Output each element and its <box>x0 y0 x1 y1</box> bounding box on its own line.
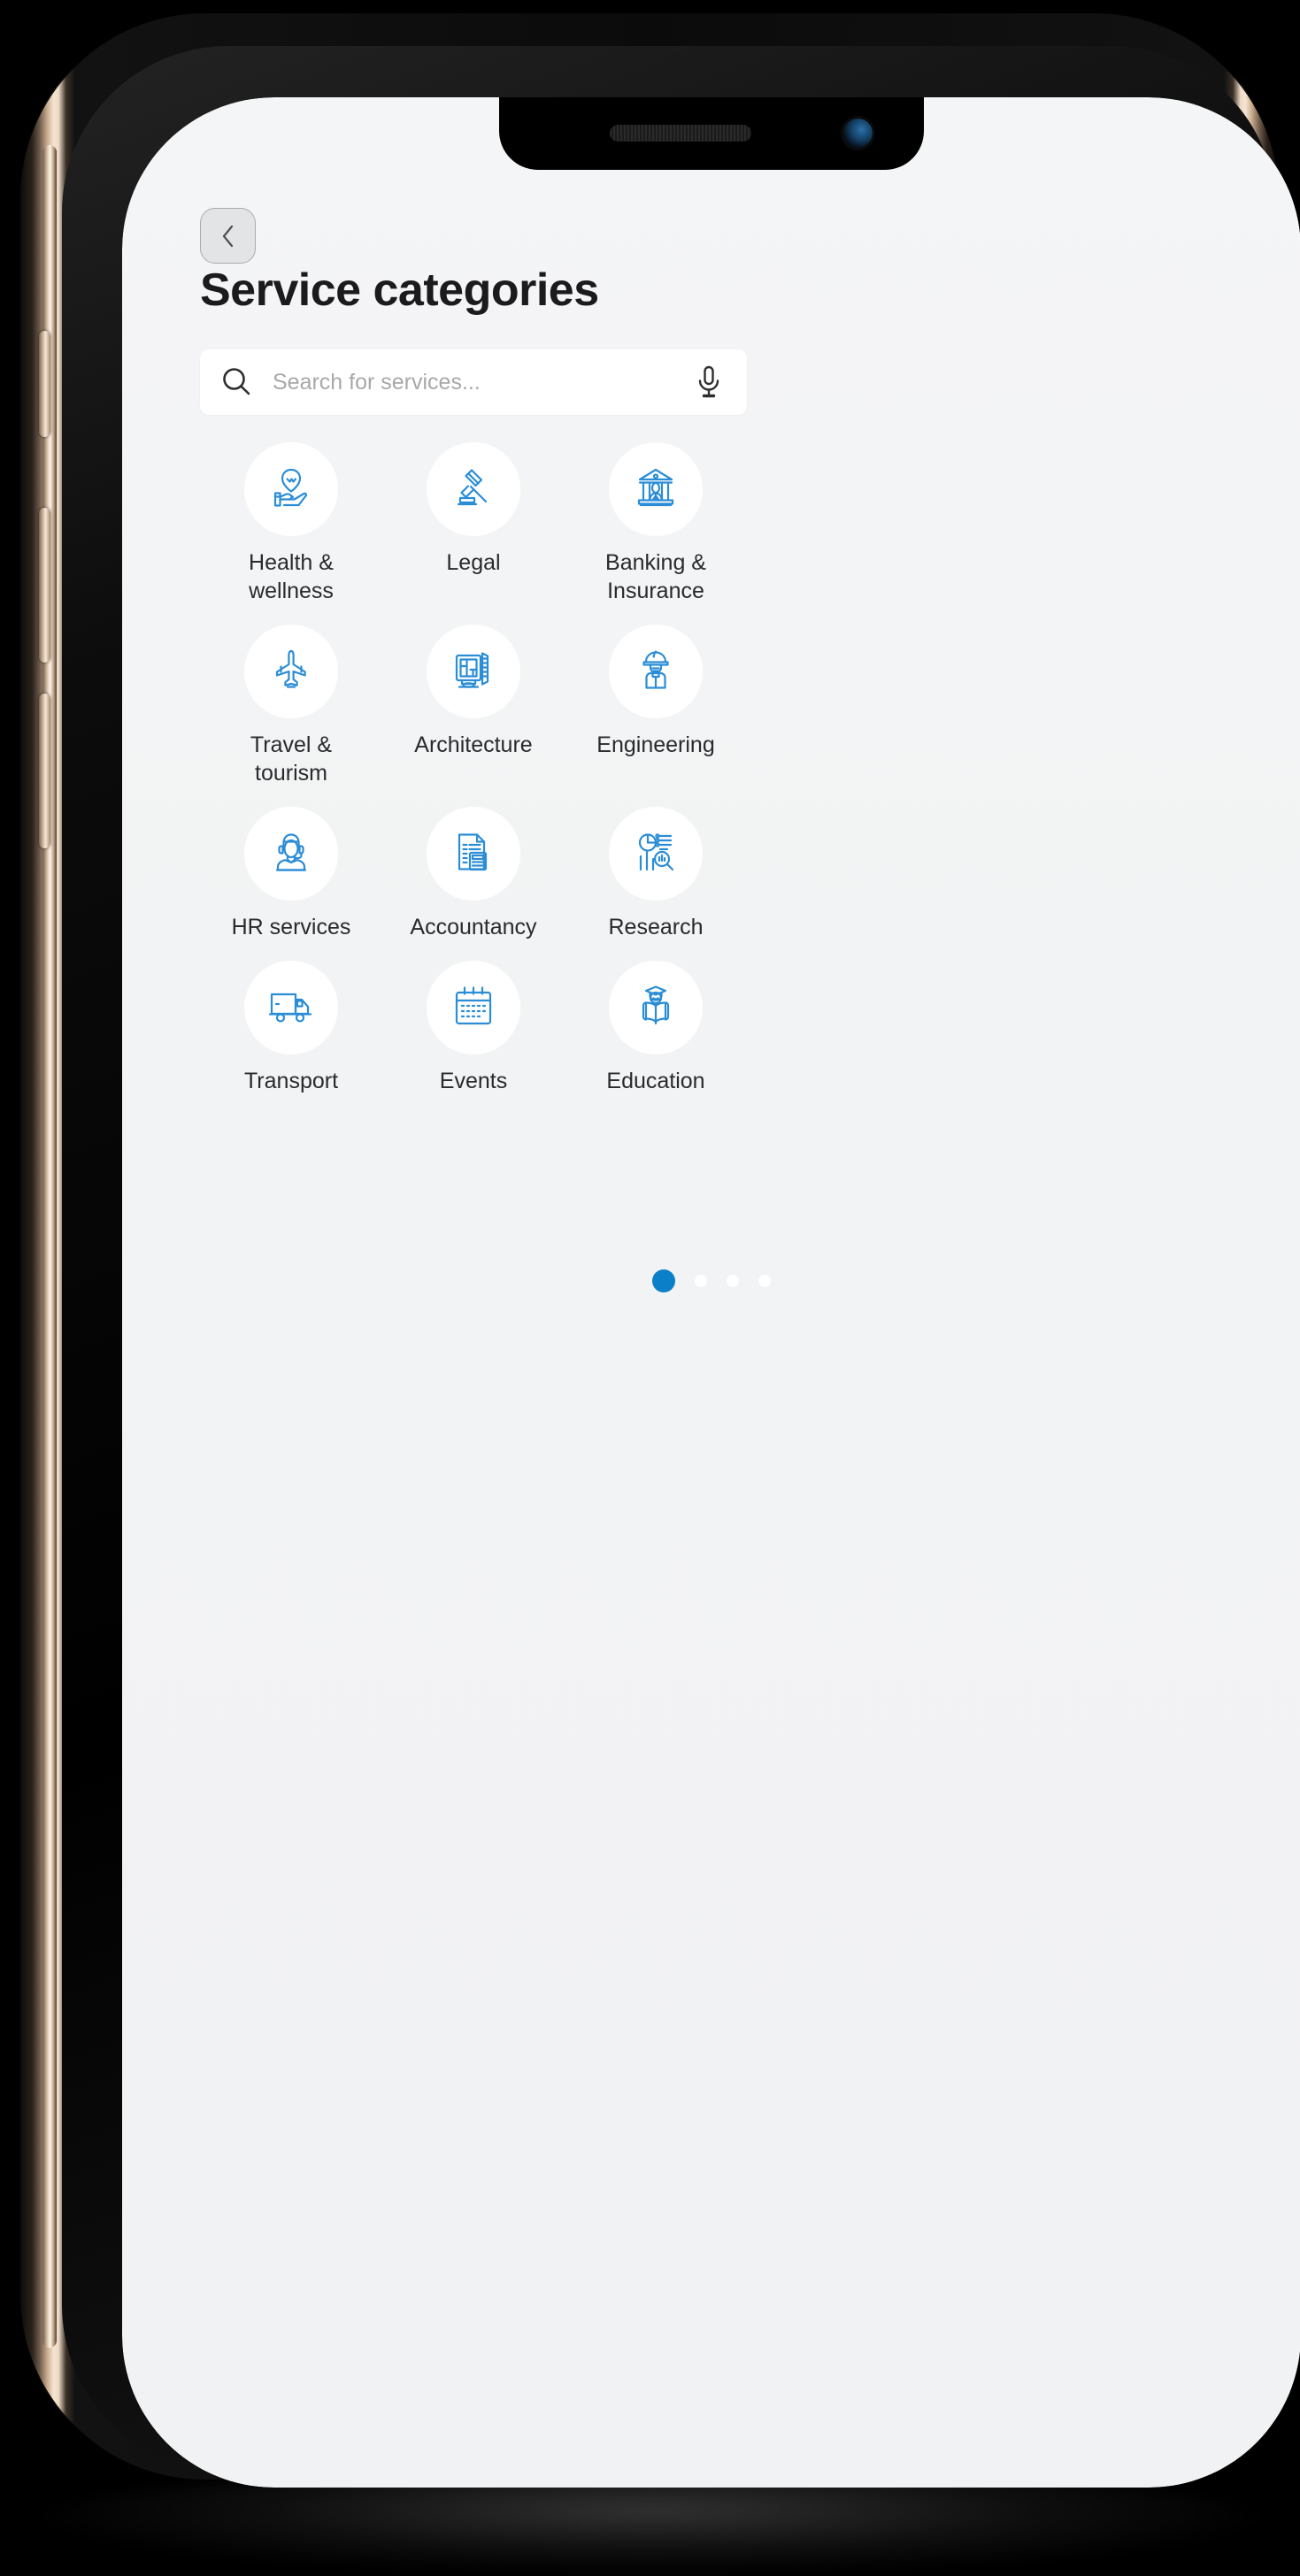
front-camera-icon <box>843 119 873 148</box>
delivery-truck-icon <box>266 981 316 1035</box>
page-title: Service categories <box>200 264 599 316</box>
app-screen: Service categories Search for services..… <box>122 97 1300 2488</box>
search-bar[interactable] <box>200 349 747 415</box>
phone-glass: Service categories Search for services..… <box>122 97 1300 2488</box>
category-icon-circle <box>609 442 703 536</box>
category-label: Engineering <box>596 732 715 757</box>
search-input[interactable] <box>273 369 681 395</box>
airplane-icon <box>266 645 316 699</box>
pagination-dot-1[interactable] <box>652 1269 675 1292</box>
category-item-hr-services[interactable]: HR services <box>200 807 382 941</box>
category-label: Education <box>606 1069 705 1093</box>
mute-switch[interactable] <box>39 331 50 437</box>
phone-device: Service categories Search for services..… <box>19 12 1300 2488</box>
category-icon-circle <box>427 625 520 718</box>
category-label: Transport <box>243 1069 339 1093</box>
category-label: HR services <box>231 915 351 939</box>
graduate-reading-icon <box>631 981 681 1035</box>
category-label: Research <box>608 915 704 939</box>
notch <box>499 97 924 170</box>
category-label: Banking & Insurance <box>605 550 706 603</box>
category-label: Health & wellness <box>249 550 334 603</box>
category-icon-circle <box>609 625 703 718</box>
search-icon <box>219 365 253 399</box>
volume-down-button[interactable] <box>39 694 50 848</box>
category-item-engineering[interactable]: Engineering <box>565 625 747 787</box>
category-icon-circle <box>244 625 338 718</box>
category-item-legal[interactable]: Legal <box>382 442 565 605</box>
gavel-icon <box>449 463 498 517</box>
microphone-icon[interactable] <box>694 364 724 400</box>
engineer-hardhat-icon <box>631 645 681 699</box>
category-icon-circle <box>609 807 703 901</box>
calendar-icon <box>449 981 498 1035</box>
category-item-education[interactable]: Education <box>565 961 747 1095</box>
category-icon-circle <box>427 807 520 901</box>
back-button[interactable] <box>200 208 256 264</box>
pagination-dot-3[interactable] <box>727 1275 739 1287</box>
category-grid: Health & wellness Legal Banking & Insura… <box>200 442 747 1095</box>
category-icon-circle <box>244 807 338 901</box>
document-calculator-icon <box>449 827 498 881</box>
category-icon-circle <box>244 961 338 1054</box>
category-item-architecture[interactable]: Architecture <box>382 625 565 787</box>
category-item-travel-tourism[interactable]: Travel & tourism <box>200 625 382 787</box>
volume-up-button[interactable] <box>39 508 50 663</box>
pagination-dot-2[interactable] <box>695 1275 707 1287</box>
category-icon-circle <box>427 442 520 536</box>
support-agent-headset-icon <box>266 827 316 881</box>
category-label: Events <box>439 1069 508 1093</box>
category-item-research[interactable]: Research <box>565 807 747 941</box>
category-icon-circle <box>609 961 703 1054</box>
category-label: Travel & tourism <box>250 732 333 786</box>
category-icon-circle <box>427 961 520 1054</box>
pagination-dot-4[interactable] <box>758 1275 771 1287</box>
category-label: Architecture <box>414 732 533 757</box>
chart-magnifier-icon <box>631 827 681 881</box>
category-item-health-wellness[interactable]: Health & wellness <box>200 442 382 605</box>
pagination-dots <box>122 1269 1300 1292</box>
category-item-transport[interactable]: Transport <box>200 961 382 1095</box>
earpiece-speaker-icon <box>610 125 751 142</box>
bank-building-icon <box>631 463 681 517</box>
category-icon-circle <box>244 442 338 536</box>
blueprint-monitor-icon <box>449 645 498 699</box>
category-item-events[interactable]: Events <box>382 961 565 1095</box>
category-item-accountancy[interactable]: Accountancy <box>382 807 565 941</box>
phone-bezel: Service categories Search for services..… <box>62 46 1300 2488</box>
category-label: Accountancy <box>410 915 537 939</box>
category-item-banking-insurance[interactable]: Banking & Insurance <box>565 442 747 605</box>
hand-holding-heart-icon <box>266 463 316 517</box>
chevron-left-icon <box>218 223 239 249</box>
screen-content: Service categories Search for services..… <box>122 97 1300 2488</box>
category-label: Legal <box>446 550 501 575</box>
left-side-rail <box>42 145 57 2348</box>
screenshot-root: Service categories Search for services..… <box>0 0 1300 2576</box>
